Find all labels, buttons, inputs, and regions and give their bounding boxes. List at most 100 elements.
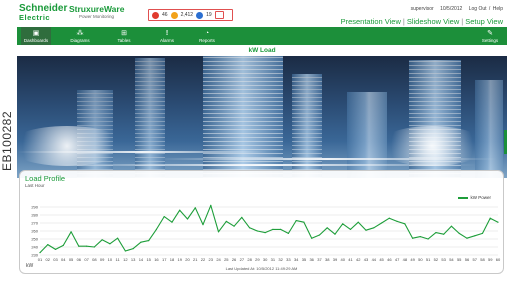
x-tick-label: 10: [108, 257, 113, 262]
slideshow-view-link[interactable]: Slideshow View: [407, 17, 459, 26]
data-point: [70, 231, 72, 233]
x-tick-label: 04: [61, 257, 66, 262]
x-tick-label: 36: [309, 257, 314, 262]
x-tick-label: 53: [441, 257, 446, 262]
x-tick-label: 09: [100, 257, 105, 262]
nav-alarms[interactable]: ! Alarms: [154, 27, 180, 45]
table-icon: ⊞: [121, 29, 127, 37]
x-tick-label: 42: [356, 257, 361, 262]
building: [135, 58, 165, 178]
data-point: [171, 221, 173, 223]
building: [475, 80, 503, 178]
data-point: [380, 222, 383, 224]
x-tick-label: 29: [255, 257, 260, 262]
nav-alarms-label: Alarms: [159, 37, 174, 43]
x-tick-label: 38: [325, 257, 330, 262]
data-point: [272, 228, 274, 230]
x-tick-label: 32: [278, 257, 283, 262]
background-image: [17, 56, 507, 178]
sound-toggle-icon[interactable]: [214, 11, 224, 19]
x-tick-label: 22: [201, 257, 206, 262]
data-point: [124, 250, 126, 252]
high-alarm-icon: [152, 11, 159, 19]
y-tick-label: 270: [31, 221, 38, 226]
x-tick-label: 14: [139, 257, 144, 262]
data-point: [458, 232, 460, 234]
x-tick-label: 07: [84, 257, 89, 262]
panel-title: kW Load: [17, 46, 507, 56]
product-name: StruxureWare: [69, 4, 125, 14]
data-point: [280, 228, 282, 230]
last-updated: Last Updated At: 10/5/2012 11:49:29 AM: [225, 266, 298, 271]
data-point: [318, 234, 321, 236]
nav-diagrams[interactable]: ⁂ Diagrams: [65, 27, 95, 45]
nav-reports[interactable]: ◔ Reports: [193, 27, 221, 45]
data-point: [202, 224, 204, 226]
x-tick-label: 30: [263, 257, 268, 262]
data-point: [93, 246, 95, 248]
settings-icon: ✎: [487, 29, 493, 37]
data-point: [148, 240, 150, 242]
data-point: [489, 217, 491, 219]
x-tick-label: 25: [224, 257, 229, 262]
presentation-view-link[interactable]: Presentation View: [341, 17, 401, 26]
data-point: [155, 228, 158, 230]
alarm-summary[interactable]: 46 2,412 19: [148, 9, 233, 21]
data-point: [241, 216, 243, 218]
x-tick-label: 31: [271, 257, 276, 262]
schneider-logo[interactable]: Schneider Electric: [19, 4, 67, 24]
product-sub: Power Monitoring: [79, 14, 115, 19]
data-point: [132, 248, 134, 250]
data-point: [404, 223, 406, 225]
y-tick-label: 250: [31, 237, 38, 242]
data-point: [264, 232, 266, 234]
logout-link[interactable]: Log Out: [469, 6, 487, 12]
data-point: [373, 227, 375, 229]
app-header: Schneider Electric StruxureWare Power Mo…: [17, 4, 507, 27]
light-glow: [377, 126, 487, 166]
data-point: [233, 225, 235, 227]
x-tick-label: 11: [116, 257, 121, 262]
diagram-icon: ⁂: [76, 29, 84, 37]
data-point: [311, 237, 313, 239]
nav-settings[interactable]: ✎ Settings: [477, 27, 503, 45]
load-profile-chart: 23024025026027028029001 02 03 04 05 06 07 08 09 1…: [26, 204, 501, 270]
nav-diagrams-label: Diagrams: [70, 37, 90, 43]
data-point: [435, 232, 437, 234]
nav-tables[interactable]: ⊞ Tables: [111, 27, 137, 45]
x-tick-label: 54: [449, 257, 454, 262]
nav-dashboards[interactable]: ▣ Dashboards: [21, 27, 51, 45]
x-tick-label: 20: [185, 257, 190, 262]
data-point: [365, 229, 367, 231]
x-tick-label: 34: [294, 257, 299, 262]
y-tick-label: 280: [31, 213, 38, 218]
data-point: [419, 236, 421, 238]
data-point: [62, 244, 64, 246]
x-tick-label: 49: [410, 257, 415, 262]
data-point: [342, 223, 344, 225]
data-point: [334, 233, 336, 235]
building: [292, 74, 322, 178]
x-tick-label: 55: [457, 257, 462, 262]
light-streak: [17, 151, 267, 153]
x-tick-label: 41: [348, 257, 353, 262]
dashboard-icon: ▣: [32, 29, 40, 37]
x-tick-label: 18: [170, 257, 175, 262]
nav-dashboards-label: Dashboards: [23, 37, 49, 43]
data-point: [210, 204, 212, 206]
help-link[interactable]: Help: [493, 6, 503, 12]
x-tick-label: 60: [496, 257, 501, 262]
x-tick-label: 27: [240, 257, 245, 262]
data-point: [474, 235, 476, 237]
data-point: [497, 221, 499, 223]
nav-settings-label: Settings: [481, 37, 499, 43]
low-alarm-icon: [196, 11, 204, 19]
data-point: [427, 238, 429, 240]
setup-view-link[interactable]: Setup View: [465, 17, 503, 26]
x-tick-label: 17: [162, 257, 167, 262]
data-point: [443, 233, 445, 235]
x-tick-label: 39: [333, 257, 338, 262]
data-point: [101, 239, 103, 241]
x-tick-label: 26: [232, 257, 237, 262]
y-tick-label: 290: [31, 205, 38, 210]
